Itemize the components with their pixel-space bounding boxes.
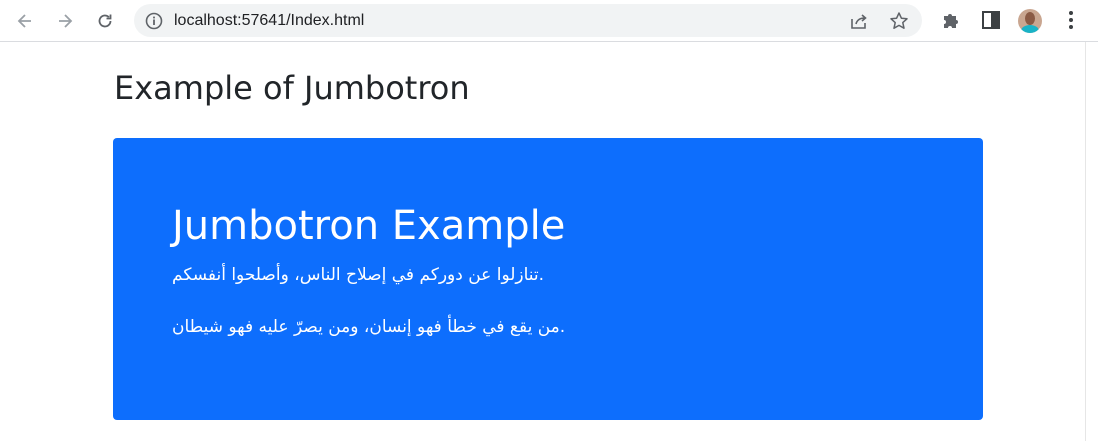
jumbotron-paragraph-2: من يقع في خطأ فهو إنسان، ومن يصرّ عليه ف…	[172, 317, 566, 337]
profile-avatar[interactable]	[1018, 9, 1042, 33]
jumbotron-paragraph-1: تنازلوا عن دوركم في إصلاح الناس، وأصلحوا…	[172, 265, 545, 285]
share-icon[interactable]	[848, 10, 870, 32]
reload-button[interactable]	[90, 6, 120, 36]
jumbotron-heading: Jumbotron Example	[172, 203, 566, 249]
forward-button[interactable]	[50, 6, 80, 36]
page-title: Example of Jumbotron	[114, 69, 470, 107]
puzzle-icon[interactable]	[939, 8, 963, 32]
reload-icon	[98, 14, 112, 28]
side-panel-icon[interactable]	[979, 8, 1003, 32]
vertical-scrollbar[interactable]	[1085, 42, 1098, 441]
back-button[interactable]	[10, 6, 40, 36]
forward-arrow-icon	[59, 14, 73, 28]
address-bar[interactable]: localhost:57641/Index.html	[134, 4, 922, 37]
url-text[interactable]: localhost:57641/Index.html	[174, 4, 364, 37]
kebab-menu-icon[interactable]	[1059, 8, 1083, 32]
star-icon[interactable]	[888, 10, 910, 32]
back-arrow-icon	[17, 14, 31, 28]
browser-toolbar: localhost:57641/Index.html	[0, 0, 1098, 42]
jumbotron: Jumbotron Example تنازلوا عن دوركم في إص…	[113, 138, 983, 420]
info-icon[interactable]	[144, 11, 164, 31]
